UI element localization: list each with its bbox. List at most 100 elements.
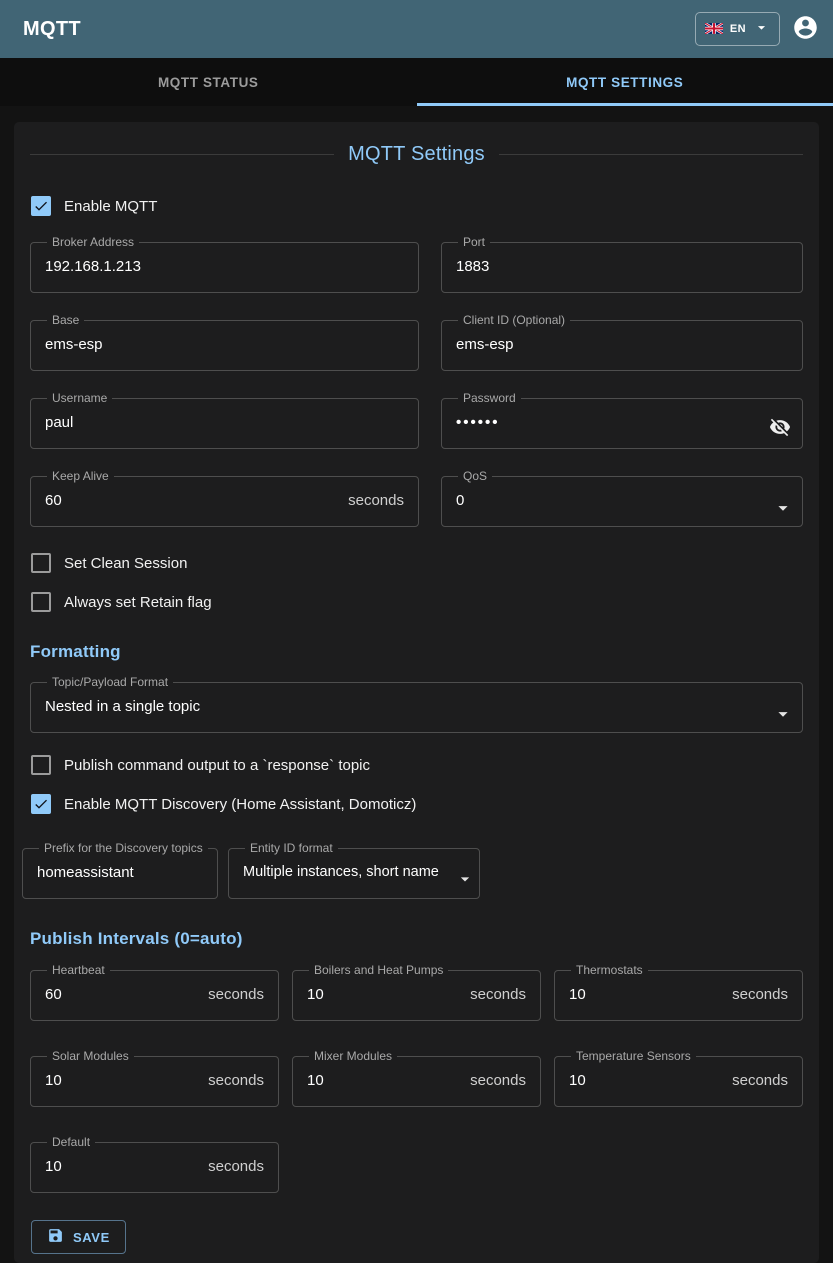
chevron-down-icon [455,869,475,894]
tab-label: MQTT SETTINGS [566,75,683,90]
port-field[interactable]: Port 1883 [441,236,803,293]
select-value: 0 [456,492,464,509]
select-value: Nested in a single topic [45,698,200,715]
default-interval-field[interactable]: Default 10 seconds [30,1136,279,1193]
field-value: homeassistant [37,864,134,881]
retain-flag-checkbox[interactable]: Always set Retain flag [31,592,803,612]
field-label: Username [47,392,112,405]
field-label: Solar Modules [47,1050,134,1063]
heartbeat-interval-field[interactable]: Heartbeat 60 seconds [30,964,279,1021]
app-bar: MQTT EN [0,0,833,58]
page-title: MQTT [23,18,81,41]
visibility-off-icon[interactable] [769,416,791,443]
field-label: Thermostats [571,964,648,977]
account-circle-icon [792,14,819,44]
checkbox-icon [31,592,51,612]
field-label: Base [47,314,84,327]
save-button[interactable]: SAVE [31,1220,126,1254]
temperature-interval-field[interactable]: Temperature Sensors 10 seconds [554,1050,803,1107]
clean-session-checkbox[interactable]: Set Clean Session [31,553,803,573]
uk-flag-icon [705,22,723,37]
account-button[interactable] [792,14,819,44]
field-value: 192.168.1.213 [45,258,141,275]
unit-adornment: seconds [200,986,264,1003]
mixer-interval-field[interactable]: Mixer Modules 10 seconds [292,1050,541,1107]
field-value: •••••• [456,414,500,431]
field-label: Entity ID format [245,842,338,855]
password-field[interactable]: Password •••••• [441,392,803,449]
divider [30,154,334,155]
tab-label: MQTT STATUS [158,75,259,90]
language-selector-button[interactable]: EN [695,12,780,46]
mqtt-settings-panel: MQTT Settings Enable MQTT Broker Address… [14,122,819,1263]
field-label: Port [458,236,490,249]
divider [499,154,803,155]
solar-interval-field[interactable]: Solar Modules 10 seconds [30,1050,279,1107]
tab-bar: MQTT STATUS MQTT SETTINGS [0,58,833,106]
enable-mqtt-checkbox[interactable]: Enable MQTT [31,196,803,216]
keep-alive-field[interactable]: Keep Alive 60 seconds [30,470,419,527]
checkbox-icon [31,553,51,573]
boilers-interval-field[interactable]: Boilers and Heat Pumps 10 seconds [292,964,541,1021]
field-value: 10 [569,986,586,1003]
field-label: Prefix for the Discovery topics [39,842,208,855]
field-label: Default [47,1136,95,1149]
field-value: 10 [45,1072,62,1089]
qos-select[interactable]: QoS 0 [441,470,803,527]
base-field[interactable]: Base ems-esp [30,314,419,371]
field-label: QoS [458,470,492,483]
field-value: 10 [569,1072,586,1089]
username-field[interactable]: Username paul [30,392,419,449]
save-button-label: SAVE [73,1230,110,1245]
field-label: Mixer Modules [309,1050,397,1063]
field-value: ems-esp [45,336,103,353]
checkbox-icon [31,196,51,216]
field-label: Client ID (Optional) [458,314,570,327]
chevron-down-icon [772,497,794,524]
field-label: Keep Alive [47,470,114,483]
thermostats-interval-field[interactable]: Thermostats 10 seconds [554,964,803,1021]
checkbox-label: Publish command output to a `response` t… [64,757,370,774]
select-value: Multiple instances, short name [243,864,439,880]
publish-intervals-heading: Publish Intervals (0=auto) [30,929,803,949]
topic-payload-format-select[interactable]: Topic/Payload Format Nested in a single … [30,676,803,733]
checkbox-label: Always set Retain flag [64,594,212,611]
field-label: Password [458,392,521,405]
field-value: 60 [45,492,62,509]
entity-id-format-select[interactable]: Entity ID format Multiple instances, sho… [228,842,480,899]
panel-heading: MQTT Settings [30,142,803,166]
unit-adornment: seconds [462,986,526,1003]
field-value: 10 [307,986,324,1003]
unit-adornment: seconds [724,1072,788,1089]
tab-mqtt-settings[interactable]: MQTT SETTINGS [417,58,833,106]
field-value: 10 [307,1072,324,1089]
unit-adornment: seconds [724,986,788,1003]
field-label: Topic/Payload Format [47,676,173,689]
field-value: ems-esp [456,336,514,353]
mqtt-discovery-checkbox[interactable]: Enable MQTT Discovery (Home Assistant, D… [31,794,803,814]
unit-adornment: seconds [340,492,404,509]
unit-adornment: seconds [200,1158,264,1175]
formatting-heading: Formatting [30,642,803,662]
field-label: Temperature Sensors [571,1050,696,1063]
checkbox-label: Enable MQTT Discovery (Home Assistant, D… [64,796,416,813]
panel-heading-text: MQTT Settings [348,143,485,166]
field-label: Boilers and Heat Pumps [309,964,448,977]
broker-address-field[interactable]: Broker Address 192.168.1.213 [30,236,419,293]
field-label: Heartbeat [47,964,110,977]
publish-response-checkbox[interactable]: Publish command output to a `response` t… [31,755,803,775]
field-label: Broker Address [47,236,139,249]
checkbox-icon [31,755,51,775]
unit-adornment: seconds [462,1072,526,1089]
unit-adornment: seconds [200,1072,264,1089]
checkbox-icon [31,794,51,814]
field-value: 10 [45,1158,62,1175]
tab-mqtt-status[interactable]: MQTT STATUS [0,58,417,106]
chevron-down-icon [772,703,794,730]
client-id-field[interactable]: Client ID (Optional) ems-esp [441,314,803,371]
discovery-prefix-field[interactable]: Prefix for the Discovery topics homeassi… [22,842,218,899]
save-floppy-icon [47,1227,64,1247]
field-value: 1883 [456,258,489,275]
language-label: EN [730,23,746,35]
field-value: 60 [45,986,62,1003]
